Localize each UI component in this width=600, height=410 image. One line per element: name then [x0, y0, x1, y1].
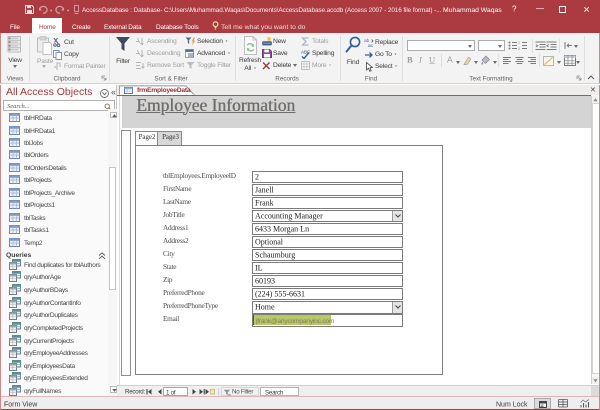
svg-text:2: 2: [518, 47, 520, 50]
svg-text:ac: ac: [368, 44, 374, 47]
svg-text:ABC: ABC: [301, 50, 311, 55]
svg-text:1: 1: [518, 41, 520, 45]
